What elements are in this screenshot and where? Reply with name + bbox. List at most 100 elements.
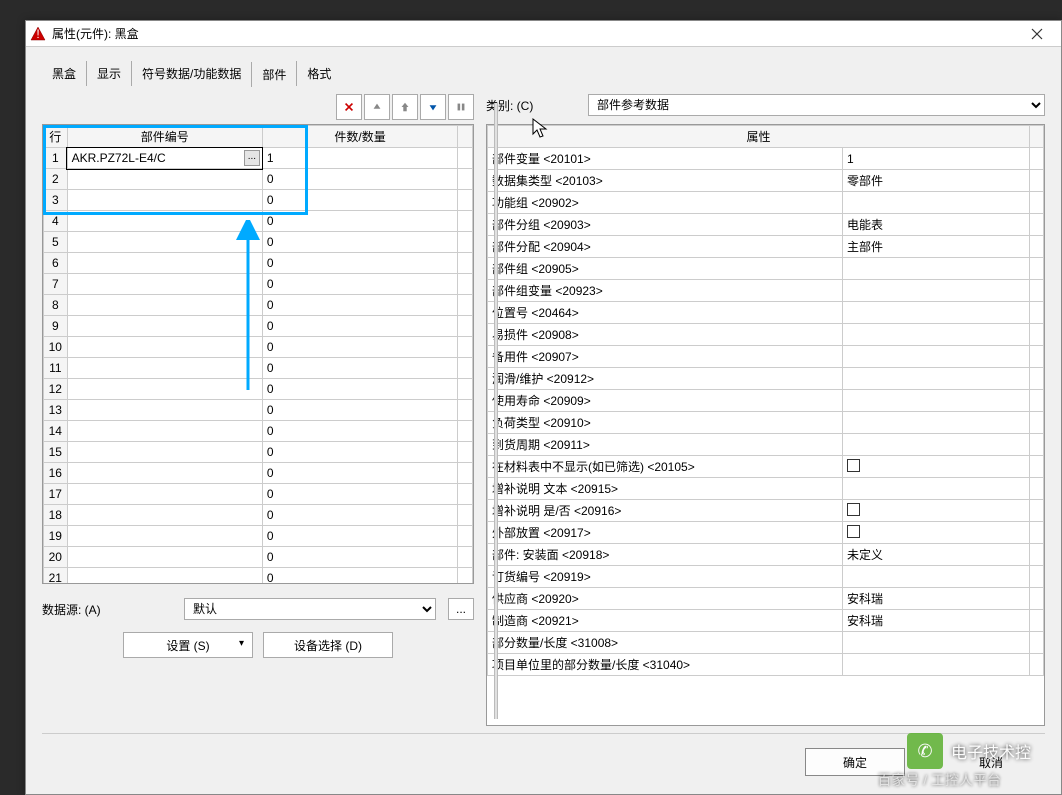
qty-cell[interactable]: 0: [262, 211, 457, 232]
prop-value[interactable]: [843, 412, 1030, 434]
properties-table[interactable]: 属性 部件变量 <20101>1数据集类型 <20103>零部件功能组 <209…: [487, 125, 1044, 676]
prop-value[interactable]: [843, 632, 1030, 654]
prop-key[interactable]: 到货周期 <20911>: [488, 434, 843, 456]
table-row[interactable]: 140: [44, 421, 473, 442]
table-row[interactable]: 110: [44, 358, 473, 379]
table-row[interactable]: 10 0: [44, 337, 473, 358]
property-row[interactable]: 外部放置 <20917>: [488, 522, 1044, 544]
property-row[interactable]: 部件组 <20905>: [488, 258, 1044, 280]
prop-key[interactable]: 订货编号 <20919>: [488, 566, 843, 588]
row-number[interactable]: 7: [44, 274, 68, 295]
table-row[interactable]: 120: [44, 379, 473, 400]
property-row[interactable]: 供应商 <20920>安科瑞: [488, 588, 1044, 610]
table-row[interactable]: 160: [44, 463, 473, 484]
partnum-cell[interactable]: [67, 484, 262, 505]
qty-cell[interactable]: 0: [262, 337, 457, 358]
table-row[interactable]: 21 0: [44, 568, 473, 585]
row-number[interactable]: 18: [44, 505, 68, 526]
property-row[interactable]: 数据集类型 <20103>零部件: [488, 170, 1044, 192]
table-row[interactable]: 60: [44, 253, 473, 274]
col-qty[interactable]: 件数/数量: [262, 126, 457, 148]
tab-0[interactable]: 黑盒: [42, 61, 86, 86]
table-row[interactable]: 90: [44, 316, 473, 337]
prop-value[interactable]: 安科瑞: [843, 588, 1030, 610]
col-partnum[interactable]: 部件编号: [67, 126, 262, 148]
qty-cell[interactable]: 0: [262, 232, 457, 253]
row-number[interactable]: 11: [44, 358, 68, 379]
qty-cell[interactable]: 0: [262, 484, 457, 505]
table-row[interactable]: 190: [44, 526, 473, 547]
partnum-cell[interactable]: [67, 568, 262, 585]
partnum-cell[interactable]: [67, 442, 262, 463]
prop-value[interactable]: [843, 566, 1030, 588]
prop-key[interactable]: 负荷类型 <20910>: [488, 412, 843, 434]
tab-1[interactable]: 显示: [86, 61, 131, 86]
device-select-button[interactable]: 设备选择 (D): [263, 632, 393, 658]
tab-4[interactable]: 格式: [296, 61, 341, 86]
property-row[interactable]: 增补说明 是/否 <20916>: [488, 500, 1044, 522]
prop-key[interactable]: 外部放置 <20917>: [488, 522, 843, 544]
property-row[interactable]: 部分数量/长度 <31008>: [488, 632, 1044, 654]
move-up-button[interactable]: [364, 94, 390, 120]
qty-cell[interactable]: 0: [262, 400, 457, 421]
prop-key[interactable]: 制造商 <20921>: [488, 610, 843, 632]
splitter[interactable]: [494, 103, 498, 719]
qty-cell[interactable]: 0: [262, 526, 457, 547]
prop-key[interactable]: 项目单位里的部分数量/长度 <31040>: [488, 654, 843, 676]
prop-key[interactable]: 部件分配 <20904>: [488, 236, 843, 258]
partnum-cell[interactable]: [67, 400, 262, 421]
datasource-select[interactable]: 默认: [184, 598, 436, 620]
parts-table-wrap[interactable]: 行 部件编号 件数/数量 1AKR.PZ72L-E4/C...120304050…: [42, 124, 474, 584]
qty-cell[interactable]: 0: [262, 505, 457, 526]
row-number[interactable]: 21: [44, 568, 68, 585]
prop-value[interactable]: [843, 456, 1030, 478]
table-row[interactable]: 80: [44, 295, 473, 316]
prop-value[interactable]: 电能表: [843, 214, 1030, 236]
property-row[interactable]: 部件变量 <20101>1: [488, 148, 1044, 170]
partnum-cell[interactable]: [67, 253, 262, 274]
partnum-cell[interactable]: [67, 232, 262, 253]
row-number[interactable]: 13: [44, 400, 68, 421]
properties-table-wrap[interactable]: 属性 部件变量 <20101>1数据集类型 <20103>零部件功能组 <209…: [486, 124, 1045, 726]
row-number[interactable]: 1: [44, 148, 68, 169]
qty-cell[interactable]: 0: [262, 568, 457, 585]
prop-value[interactable]: [843, 280, 1030, 302]
partnum-cell[interactable]: [67, 379, 262, 400]
prop-key[interactable]: 备用件 <20907>: [488, 346, 843, 368]
partnum-cell[interactable]: [67, 463, 262, 484]
row-number[interactable]: 9: [44, 316, 68, 337]
row-number[interactable]: 15: [44, 442, 68, 463]
partnum-cell[interactable]: [67, 169, 262, 190]
property-row[interactable]: 部件分组 <20903>电能表: [488, 214, 1044, 236]
property-row[interactable]: 易损件 <20908>: [488, 324, 1044, 346]
table-row[interactable]: 18 0: [44, 505, 473, 526]
prop-value[interactable]: [843, 434, 1030, 456]
close-button[interactable]: [1017, 22, 1057, 46]
tab-3[interactable]: 部件: [251, 62, 296, 87]
row-number[interactable]: 10: [44, 337, 68, 358]
property-row[interactable]: 部件: 安装面 <20918>未定义: [488, 544, 1044, 566]
property-row[interactable]: 部件分配 <20904>主部件: [488, 236, 1044, 258]
row-number[interactable]: 4: [44, 211, 68, 232]
qty-cell[interactable]: 0: [262, 547, 457, 568]
prop-value[interactable]: [843, 258, 1030, 280]
qty-cell[interactable]: 0: [262, 190, 457, 211]
property-row[interactable]: 润滑/维护 <20912>: [488, 368, 1044, 390]
row-number[interactable]: 5: [44, 232, 68, 253]
prop-key[interactable]: 功能组 <20902>: [488, 192, 843, 214]
qty-cell[interactable]: 0: [262, 295, 457, 316]
table-row[interactable]: 13 0: [44, 400, 473, 421]
prop-key[interactable]: 供应商 <20920>: [488, 588, 843, 610]
property-row[interactable]: 制造商 <20921>安科瑞: [488, 610, 1044, 632]
prop-value[interactable]: [843, 324, 1030, 346]
row-number[interactable]: 3: [44, 190, 68, 211]
row-number[interactable]: 12: [44, 379, 68, 400]
prop-key[interactable]: 增补说明 是/否 <20916>: [488, 500, 843, 522]
property-row[interactable]: 订货编号 <20919>: [488, 566, 1044, 588]
delete-button[interactable]: [336, 94, 362, 120]
property-row[interactable]: 位置号 <20464>: [488, 302, 1044, 324]
qty-cell[interactable]: 1: [262, 148, 457, 169]
table-row[interactable]: 50: [44, 232, 473, 253]
prop-header[interactable]: 属性: [488, 126, 1030, 148]
prop-key[interactable]: 增补说明 文本 <20915>: [488, 478, 843, 500]
